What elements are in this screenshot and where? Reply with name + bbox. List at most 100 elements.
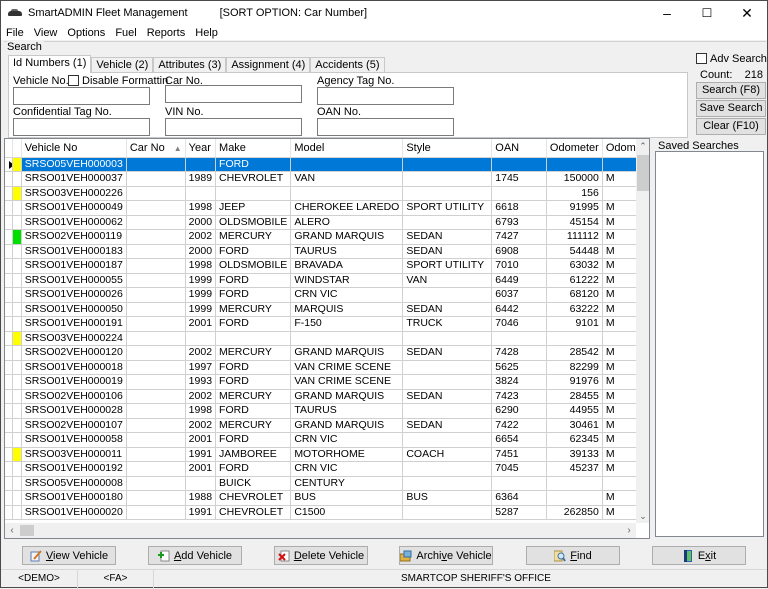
scroll-right-icon[interactable]: ›: [622, 523, 636, 538]
cell-style[interactable]: [402, 331, 493, 346]
row-header[interactable]: [5, 476, 13, 491]
cell-car-no[interactable]: [126, 345, 186, 361]
table-row[interactable]: SRSO01VEH000058 2001 FORD CRN VIC 6654 62345 M: [5, 432, 649, 448]
cell-make[interactable]: FORD: [215, 432, 292, 448]
cell-vehicle-no[interactable]: SRSO01VEH000018: [21, 360, 127, 375]
table-row[interactable]: SRSO01VEH000018 1997 FORD VAN CRIME SCENE 56…: [5, 360, 649, 375]
vehicle-no-input[interactable]: [13, 87, 150, 105]
cell-model[interactable]: ALERO: [290, 215, 404, 230]
scroll-down-icon[interactable]: ⌄: [636, 509, 649, 523]
vin-no-input[interactable]: [165, 118, 302, 136]
table-row[interactable]: SRSO01VEH000183 2000 FORD TAURUS SEDAN 6908 54…: [5, 244, 649, 259]
cell-odometer[interactable]: 68120: [546, 287, 603, 303]
confidential-tag-no-input[interactable]: [13, 118, 150, 136]
row-header[interactable]: [5, 447, 13, 462]
close-button[interactable]: ✕: [727, 1, 767, 25]
cell-vehicle-no[interactable]: SRSO01VEH000049: [21, 200, 127, 216]
cell-model[interactable]: VAN CRIME SCENE: [290, 374, 404, 390]
cell-vehicle-no[interactable]: SRSO01VEH000192: [21, 461, 127, 477]
cell-odometer[interactable]: 62345: [546, 432, 603, 448]
cell-oan[interactable]: 7045: [491, 461, 547, 477]
checkbox-box[interactable]: [696, 53, 707, 64]
row-header[interactable]: [5, 273, 13, 288]
cell-style[interactable]: [402, 287, 493, 303]
cell-make[interactable]: MERCURY: [215, 302, 292, 317]
table-row[interactable]: SRSO05VEH000008 BUICK CENTURY: [5, 476, 649, 491]
cell-year[interactable]: 2001: [185, 461, 217, 477]
cell-make[interactable]: CHEVROLET: [215, 505, 292, 520]
cell-model[interactable]: CRN VIC: [290, 287, 404, 303]
cell-car-no[interactable]: [126, 505, 186, 520]
cell-oan[interactable]: 7046: [491, 316, 547, 332]
cell-odometer[interactable]: 91976: [546, 374, 603, 390]
table-row[interactable]: SRSO03VEH000011 1991 JAMBOREE MOTORHOME COAC…: [5, 447, 649, 462]
cell-vehicle-no[interactable]: SRSO05VEH000003: [21, 157, 127, 172]
cell-odometer[interactable]: 30461: [546, 418, 603, 433]
cell-year[interactable]: 2002: [185, 389, 217, 404]
cell-oan[interactable]: [491, 186, 547, 201]
cell-style[interactable]: VAN: [402, 273, 493, 288]
table-row[interactable]: SRSO01VEH000192 2001 FORD CRN VIC 7045 45237 M: [5, 461, 649, 477]
cell-car-no[interactable]: [126, 171, 186, 187]
cell-style[interactable]: SPORT UTILITY: [402, 200, 493, 216]
cell-make[interactable]: MERCURY: [215, 345, 292, 361]
cell-make[interactable]: FORD: [215, 360, 292, 375]
table-row[interactable]: SRSO01VEH000191 2001 FORD F-150 TRUCK 7046 910…: [5, 316, 649, 332]
cell-year[interactable]: 1998: [185, 258, 217, 274]
cell-oan[interactable]: 6793: [491, 215, 547, 230]
menu-options[interactable]: Options: [62, 27, 110, 39]
cell-car-no[interactable]: [126, 490, 186, 506]
cell-car-no[interactable]: [126, 461, 186, 477]
vertical-scrollbar[interactable]: ⌃ ⌄: [636, 139, 649, 523]
cell-vehicle-no[interactable]: SRSO01VEH000050: [21, 302, 127, 317]
row-header[interactable]: [5, 345, 13, 361]
agency-tag-no-input[interactable]: [317, 87, 454, 105]
row-header[interactable]: [5, 186, 13, 201]
cell-car-no[interactable]: [126, 287, 186, 303]
column-header-car-no[interactable]: Car No ▲: [126, 139, 186, 158]
cell-model[interactable]: [290, 157, 404, 172]
cell-year[interactable]: 1991: [185, 447, 217, 462]
cell-car-no[interactable]: [126, 215, 186, 230]
save-search-button[interactable]: Save Search (F9): [696, 100, 766, 129]
cell-odometer[interactable]: 45154: [546, 215, 603, 230]
cell-car-no[interactable]: [126, 186, 186, 201]
cell-model[interactable]: CENTURY: [290, 476, 404, 491]
cell-oan[interactable]: 7422: [491, 418, 547, 433]
minimize-button[interactable]: –: [647, 1, 687, 25]
cell-oan[interactable]: 6442: [491, 302, 547, 317]
cell-oan[interactable]: 6037: [491, 287, 547, 303]
row-header[interactable]: [5, 244, 13, 259]
cell-year[interactable]: [185, 157, 217, 172]
horizontal-scrollbar[interactable]: ‹ ›: [5, 523, 636, 538]
cell-year[interactable]: 2002: [185, 418, 217, 433]
cell-odometer[interactable]: 54448: [546, 244, 603, 259]
cell-make[interactable]: FORD: [215, 157, 292, 172]
cell-style[interactable]: SEDAN: [402, 229, 493, 245]
cell-odometer[interactable]: 156: [546, 186, 603, 201]
cell-year[interactable]: 2000: [185, 215, 217, 230]
oan-no-input[interactable]: [317, 118, 454, 136]
cell-odometer[interactable]: 28455: [546, 389, 603, 404]
cell-make[interactable]: JEEP: [215, 200, 292, 216]
table-row[interactable]: SRSO02VEH000119 2002 MERCURY GRAND MARQUIS S…: [5, 229, 649, 245]
cell-car-no[interactable]: [126, 273, 186, 288]
cell-style[interactable]: SEDAN: [402, 302, 493, 317]
cell-vehicle-no[interactable]: SRSO01VEH000187: [21, 258, 127, 274]
cell-model[interactable]: GRAND MARQUIS: [290, 345, 404, 361]
row-header[interactable]: [5, 229, 13, 245]
cell-model[interactable]: CHEROKEE LAREDO: [290, 200, 404, 216]
cell-odometer[interactable]: 63222: [546, 302, 603, 317]
adv-search-checkbox[interactable]: Adv Search: [696, 53, 767, 65]
cell-year[interactable]: 1989: [185, 171, 217, 187]
cell-car-no[interactable]: [126, 389, 186, 404]
scroll-left-icon[interactable]: ‹: [5, 523, 19, 538]
row-header[interactable]: [5, 418, 13, 433]
table-row[interactable]: SRSO02VEH000106 2002 MERCURY GRAND MARQUIS S…: [5, 389, 649, 404]
cell-make[interactable]: MERCURY: [215, 418, 292, 433]
cell-car-no[interactable]: [126, 331, 186, 346]
cell-car-no[interactable]: [126, 200, 186, 216]
cell-style[interactable]: [402, 505, 493, 520]
cell-odometer[interactable]: [546, 157, 603, 172]
cell-oan[interactable]: 3824: [491, 374, 547, 390]
